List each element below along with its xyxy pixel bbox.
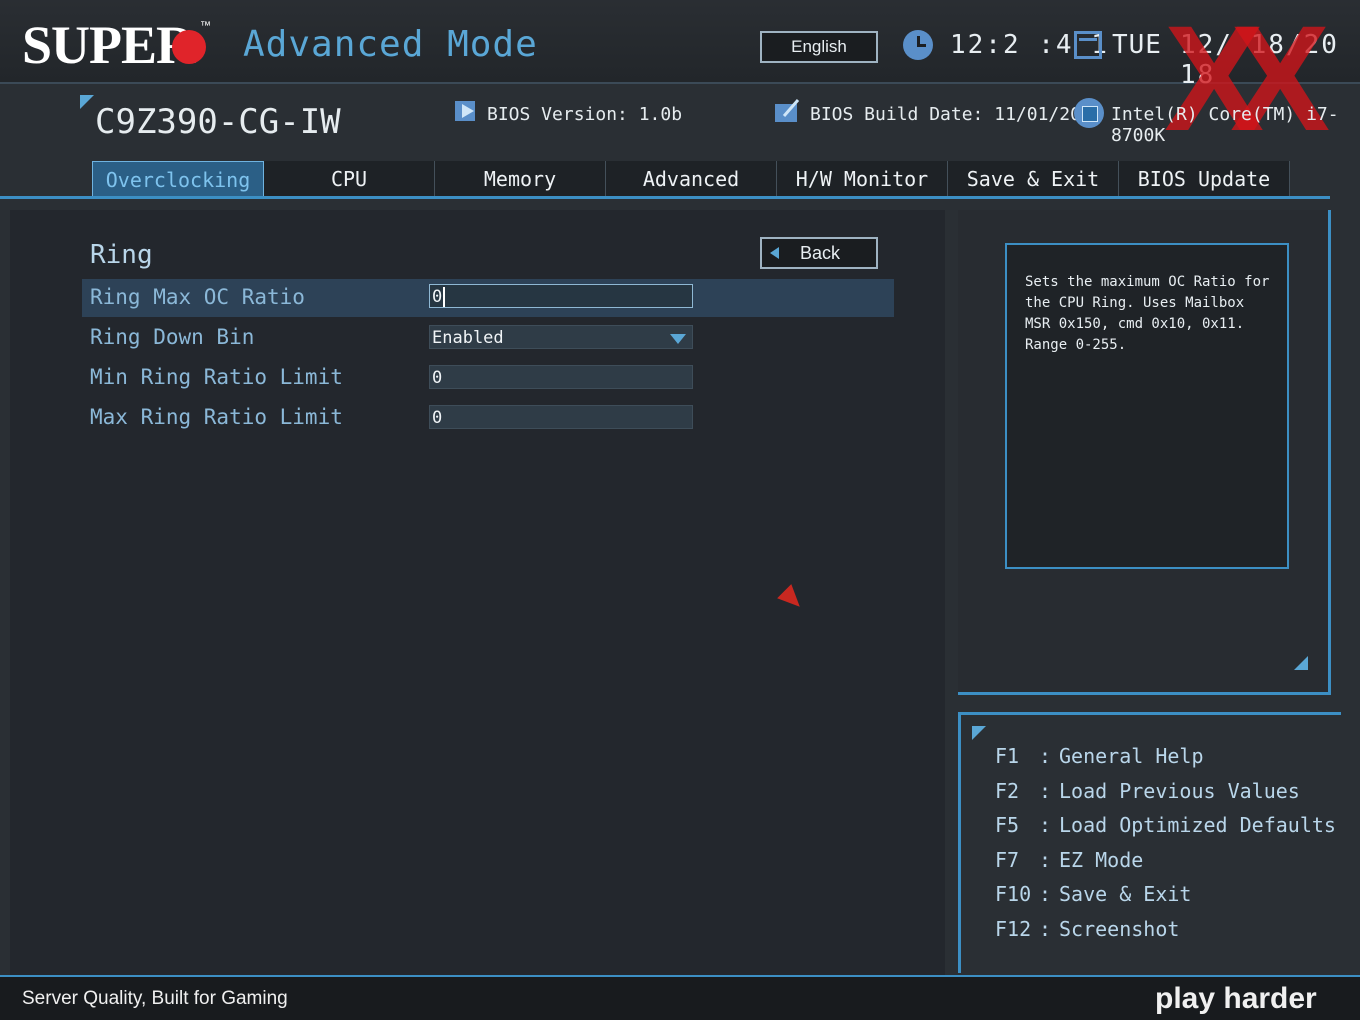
day-display: TUE (1112, 30, 1162, 60)
hotkey-separator: : (1039, 779, 1052, 803)
footer-tagline: Server Quality, Built for Gaming (22, 988, 288, 1009)
calendar-icon (1074, 31, 1102, 59)
setting-label: Ring Max OC Ratio (90, 285, 305, 309)
setting-row-min-ring-ratio-limit[interactable]: Min Ring Ratio Limit 0 (82, 359, 894, 397)
hotkey-f2: F2: Load Previous Values (995, 779, 1300, 803)
input-value: 0 (432, 287, 443, 307)
hotkey-desc: Load Optimized Defaults (1059, 813, 1336, 837)
setting-row-ring-max-oc-ratio[interactable]: Ring Max OC Ratio 0 (82, 279, 894, 317)
bios-version: BIOS Version: 1.0b (487, 104, 683, 125)
back-label: Back (800, 243, 841, 263)
hotkey-key: F12 (995, 917, 1032, 941)
hotkey-desc: Save & Exit (1059, 882, 1192, 906)
hotkey-desc: Screenshot (1059, 917, 1180, 941)
select-value: Enabled (432, 328, 504, 348)
hotkey-key: F1 (995, 744, 1020, 768)
back-button[interactable]: Back (760, 237, 878, 269)
chevron-down-icon (670, 334, 686, 344)
tab-memory[interactable]: Memory (435, 161, 606, 197)
setting-row-max-ring-ratio-limit[interactable]: Max Ring Ratio Limit 0 (82, 399, 894, 437)
ring-down-bin-select[interactable]: Enabled (429, 325, 693, 349)
hotkey-key: F2 (995, 779, 1020, 803)
corner-triangle-icon (972, 726, 986, 740)
logo-red-dot-icon (172, 30, 206, 64)
logo-trademark: ™ (200, 20, 211, 32)
min-ring-ratio-input[interactable]: 0 (429, 365, 693, 389)
text-caret (443, 287, 446, 307)
setting-label: Max Ring Ratio Limit (90, 405, 343, 429)
tab-save-exit[interactable]: Save & Exit (948, 161, 1119, 197)
board-model: C9Z390-CG-IW (95, 102, 341, 142)
hotkey-f1: F1: General Help (995, 744, 1204, 768)
back-arrow-icon (770, 247, 779, 259)
tab-advanced[interactable]: Advanced (606, 161, 777, 197)
clock-icon (903, 30, 933, 60)
supermicro-logo: SUPER (22, 15, 195, 75)
max-ring-ratio-input[interactable]: 0 (429, 405, 693, 429)
corner-triangle-icon (80, 95, 94, 109)
hotkey-f7: F7: EZ Mode (995, 848, 1143, 872)
language-select[interactable]: English (760, 31, 878, 63)
hotkey-separator: : (1039, 813, 1052, 837)
tab-underline (0, 196, 1330, 199)
tab-bar: Overclocking CPU Memory Advanced H/W Mon… (92, 161, 1290, 199)
hotkey-desc: EZ Mode (1059, 848, 1144, 872)
tab-cpu[interactable]: CPU (264, 161, 435, 197)
hotkey-separator: : (1039, 882, 1052, 906)
setting-row-ring-down-bin[interactable]: Ring Down Bin Enabled (82, 319, 894, 357)
tab-bios-update[interactable]: BIOS Update (1119, 161, 1290, 197)
bios-chip-arrow-icon (455, 101, 475, 121)
setting-label: Ring Down Bin (90, 325, 255, 349)
hotkey-f5: F5: Load Optimized Defaults (995, 813, 1336, 837)
hotkey-key: F5 (995, 813, 1020, 837)
mode-title: Advanced Mode (243, 24, 538, 65)
ring-max-oc-ratio-input[interactable]: 0 (429, 284, 693, 308)
page-title: Ring (90, 240, 153, 270)
help-description: Sets the maximum OC Ratio for the CPU Ri… (1025, 274, 1270, 353)
hotkey-key: F7 (995, 848, 1020, 872)
hotkey-separator: : (1039, 917, 1052, 941)
hotkey-desc: Load Previous Values (1059, 779, 1300, 803)
cpu-chip-icon (1074, 98, 1104, 128)
tab-hw-monitor[interactable]: H/W Monitor (777, 161, 948, 197)
tab-overclocking[interactable]: Overclocking (92, 161, 264, 199)
hotkey-f10: F10: Save & Exit (995, 882, 1191, 906)
hotkey-separator: : (1039, 848, 1052, 872)
setting-label: Min Ring Ratio Limit (90, 365, 343, 389)
hotkey-desc: General Help (1059, 744, 1204, 768)
build-date-chip-icon (775, 99, 800, 122)
footer-brand: play harder (1155, 982, 1317, 1015)
bios-build-date: BIOS Build Date: 11/01/2018 (810, 104, 1103, 125)
hotkey-f12: F12: Screenshot (995, 917, 1179, 941)
corner-triangle-icon (1294, 656, 1308, 670)
cpu-model: Intel(R) Core(TM) i7-8700K (1111, 104, 1339, 146)
hotkey-key: F10 (995, 882, 1032, 906)
hotkey-separator: : (1039, 744, 1052, 768)
